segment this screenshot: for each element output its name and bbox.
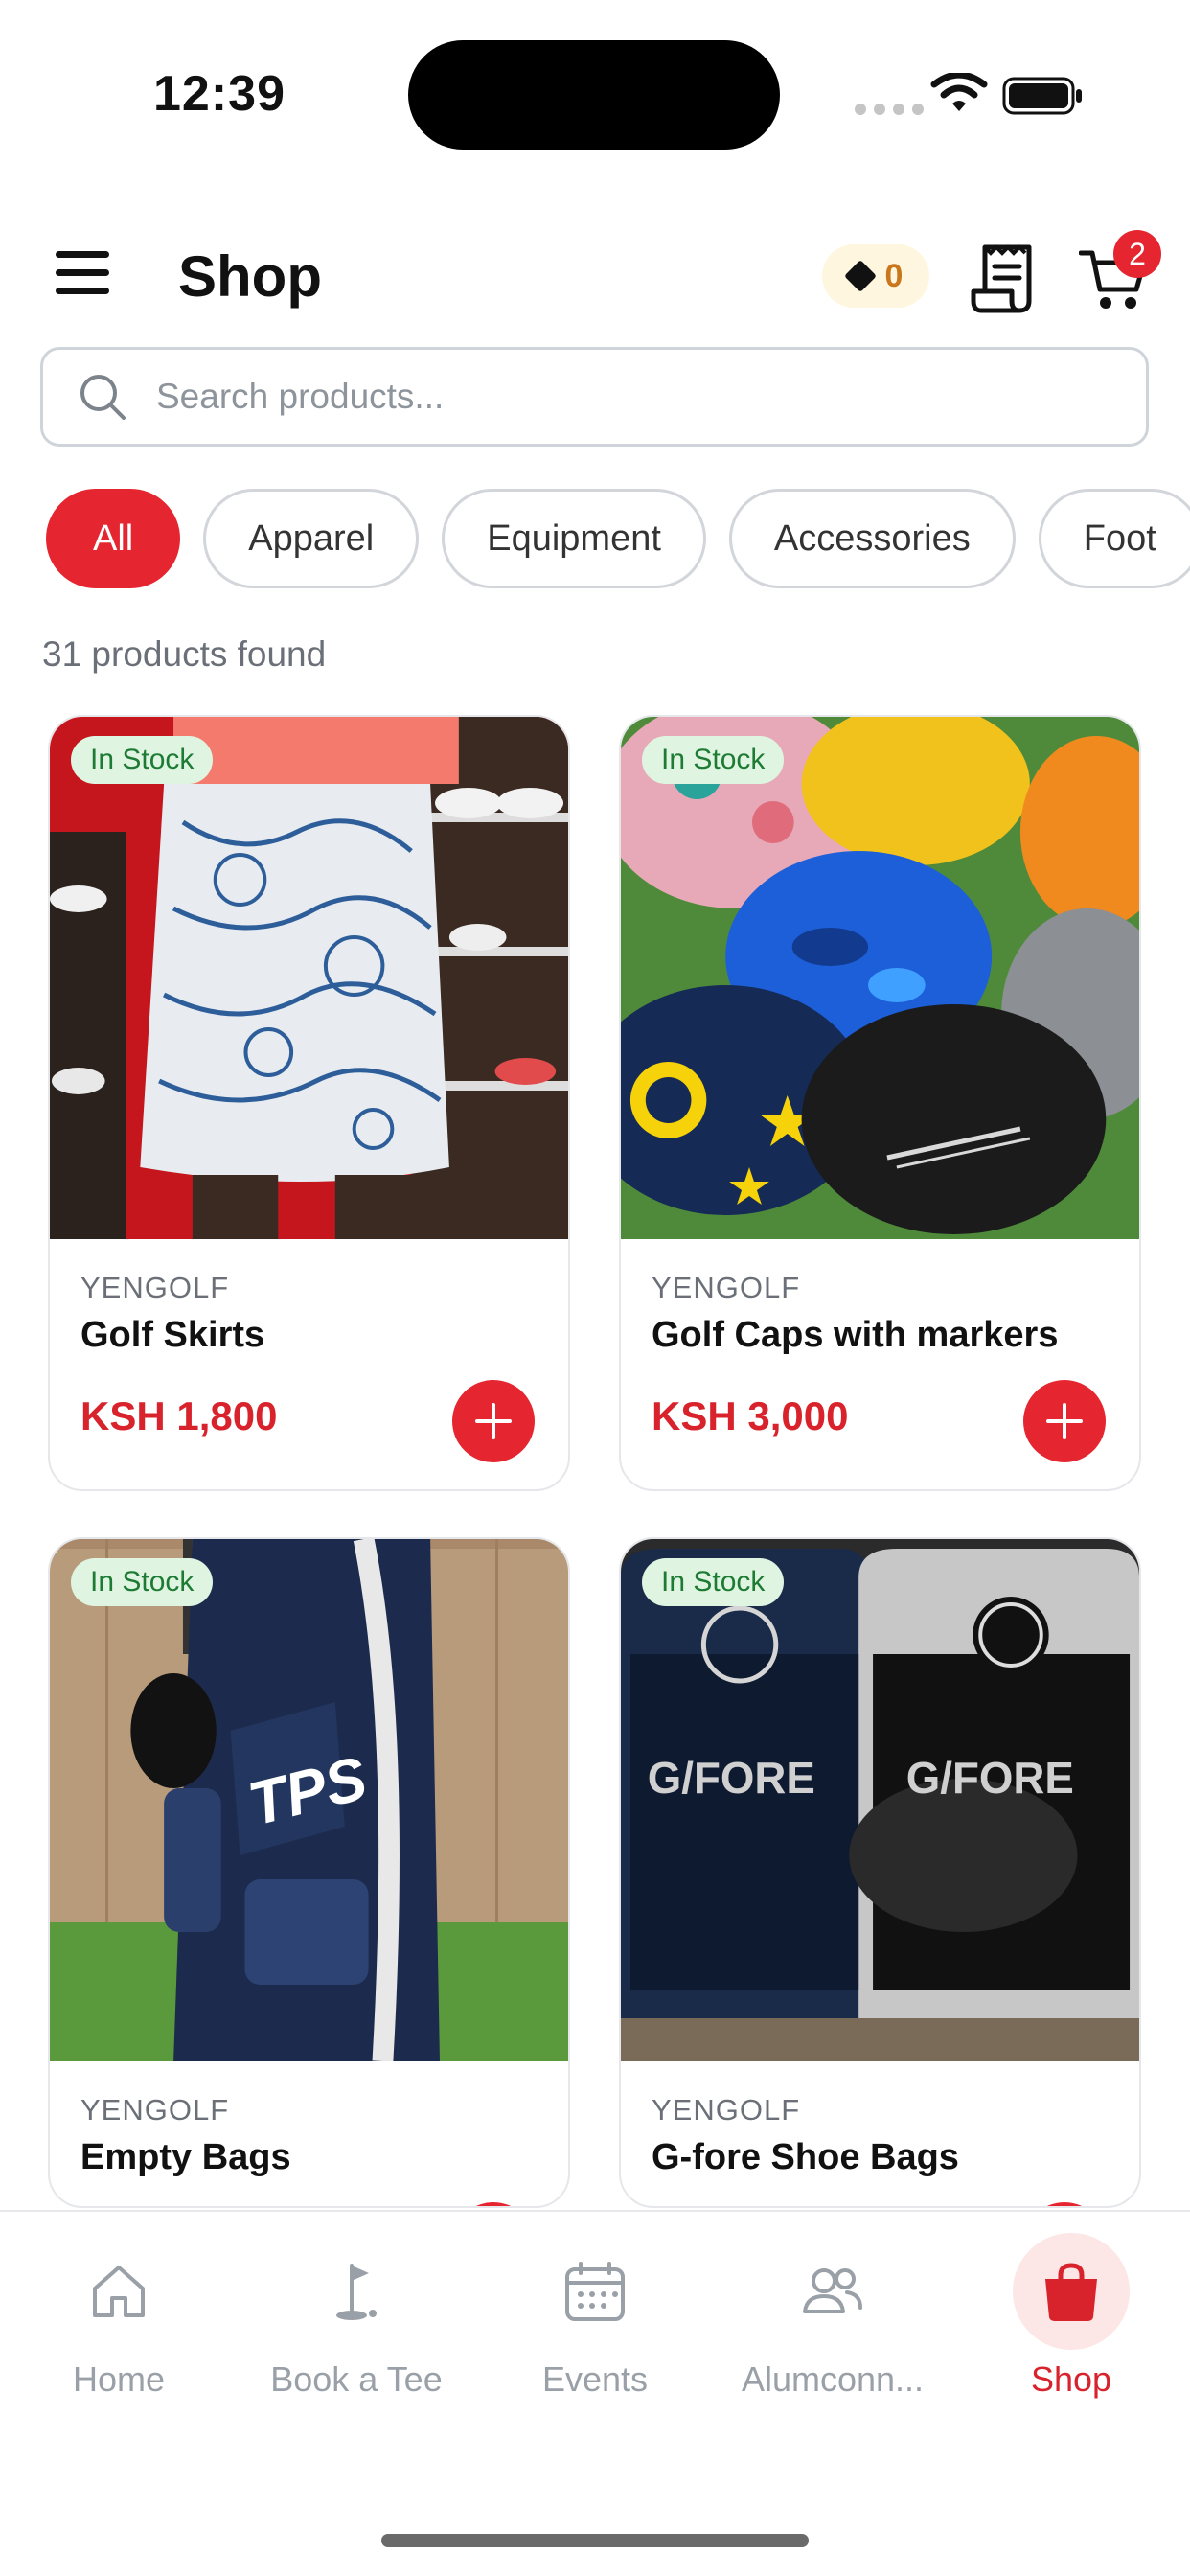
golf-flag-icon: [336, 2264, 377, 2320]
product-name: Golf Caps with markers: [652, 1315, 1059, 1355]
menu-button[interactable]: [56, 251, 111, 295]
product-brand: YENGOLF: [80, 2093, 230, 2127]
calendar-icon: [565, 2262, 625, 2321]
product-image: In Stock: [621, 717, 1139, 1239]
diamond-icon: [843, 260, 877, 292]
stock-badge: In Stock: [71, 736, 214, 784]
bottom-navigation: Home Book a Tee Events Alumconn... Shop: [0, 2210, 1190, 2576]
product-name: G-fore Shoe Bags: [652, 2137, 959, 2177]
stock-badge: In Stock: [642, 736, 785, 784]
product-price: KSH 3,000: [652, 1393, 849, 1438]
points-count: 0: [884, 257, 904, 294]
filter-chip-accessories[interactable]: Accessories: [728, 489, 1016, 588]
battery-icon: [1002, 77, 1082, 115]
home-indicator[interactable]: [381, 2534, 809, 2547]
points-badge[interactable]: 0: [822, 244, 929, 308]
product-brand: YENGOLF: [652, 1271, 801, 1304]
category-filter-chips: All Apparel Equipment Accessories Foot: [46, 489, 1190, 588]
result-count: 31 products found: [42, 634, 327, 674]
nav-label: Home: [72, 2359, 166, 2399]
nav-label: Shop: [1030, 2359, 1112, 2399]
add-to-cart-button[interactable]: [452, 1380, 535, 1462]
cellular-signal-icon: [855, 104, 924, 115]
nav-item-events[interactable]: Events: [476, 2221, 714, 2413]
wifi-icon: [930, 73, 988, 111]
product-card[interactable]: G/FORE G/FORE In Stock YENGOLF G-fore Sh…: [619, 1537, 1141, 2208]
shoe-bag-brand-text: G/FORE: [648, 1754, 815, 1803]
product-brand: YENGOLF: [652, 2093, 801, 2127]
cart-count-badge: 2: [1113, 230, 1161, 278]
app-header: Shop 0: [0, 220, 1190, 335]
product-card[interactable]: TPS In Stock YENGOLF Empty Bags: [48, 1537, 570, 2208]
people-icon: [803, 2268, 862, 2313]
shopping-bag-icon: [1045, 2263, 1097, 2321]
dynamic-island: [408, 40, 780, 150]
receipt-icon[interactable]: [970, 242, 1039, 314]
product-image: TPS In Stock: [50, 1539, 568, 2061]
product-name: Golf Skirts: [80, 1315, 265, 1355]
nav-label: Alumconn...: [741, 2359, 925, 2399]
product-card[interactable]: In Stock YENGOLF Golf Caps with markers …: [619, 715, 1141, 1491]
stock-badge: In Stock: [71, 1558, 214, 1606]
nav-item-home[interactable]: Home: [0, 2221, 238, 2413]
product-image: G/FORE G/FORE In Stock: [621, 1539, 1139, 2061]
home-icon: [93, 2266, 145, 2317]
search-bar[interactable]: [40, 347, 1149, 447]
filter-chip-all[interactable]: All: [46, 489, 181, 588]
nav-label: Book a Tee: [270, 2359, 443, 2399]
add-to-cart-button[interactable]: [1023, 1380, 1106, 1462]
filter-chip-apparel[interactable]: Apparel: [203, 489, 420, 588]
product-name: Empty Bags: [80, 2137, 291, 2177]
add-to-cart-button[interactable]: [452, 2202, 535, 2206]
product-brand: YENGOLF: [80, 1271, 230, 1304]
nav-item-alumconnect[interactable]: Alumconn...: [714, 2221, 951, 2413]
add-to-cart-button[interactable]: [1023, 2202, 1106, 2206]
nav-item-book-a-tee[interactable]: Book a Tee: [238, 2221, 475, 2413]
search-icon: [80, 375, 126, 420]
product-card[interactable]: In Stock YENGOLF Golf Skirts KSH 1,800: [48, 715, 570, 1491]
nav-label: Events: [541, 2359, 649, 2399]
shoe-bag-brand-text: G/FORE: [906, 1754, 1074, 1803]
product-image: In Stock: [50, 717, 568, 1239]
stock-badge: In Stock: [642, 1558, 785, 1606]
nav-item-shop[interactable]: Shop: [952, 2221, 1190, 2413]
page-title: Shop: [178, 244, 322, 309]
status-time: 12:39: [153, 66, 286, 122]
status-bar: 12:39: [0, 0, 1190, 192]
filter-chip-footwear[interactable]: Foot: [1038, 489, 1190, 588]
filter-chip-equipment[interactable]: Equipment: [442, 489, 706, 588]
search-input[interactable]: [156, 377, 1018, 417]
product-price: KSH 1,800: [80, 1393, 278, 1438]
